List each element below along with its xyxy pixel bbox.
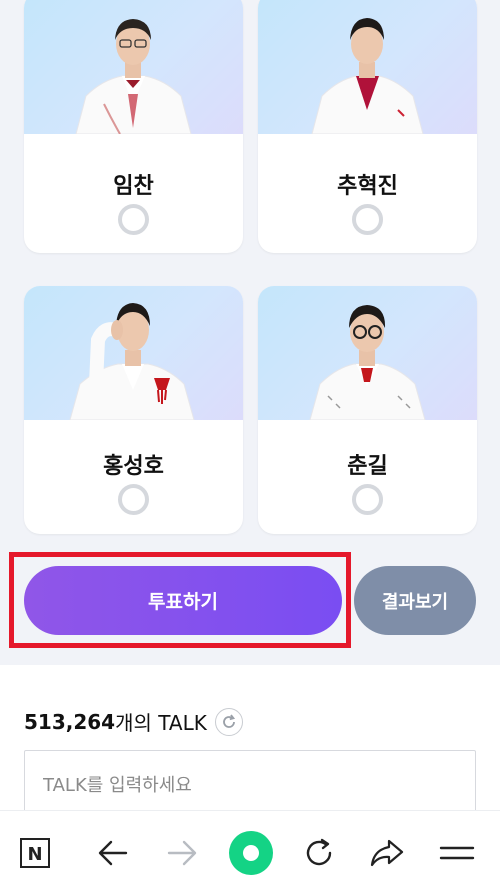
naver-home-icon[interactable]: N [14, 832, 56, 874]
vote-area: 임찬 추혁진 홍성호 춘길 투표하기 결과보기 [0, 0, 500, 665]
radio-button[interactable] [352, 484, 383, 515]
candidate-name: 홍성호 [103, 454, 164, 479]
candidate-photo [258, 0, 477, 134]
candidate-name: 임찬 [113, 174, 154, 199]
candidate-photo [24, 0, 243, 134]
talk-count: 513,264 개의 TALK [24, 707, 243, 736]
talk-count-suffix: 개의 TALK [115, 711, 207, 735]
radio-button[interactable] [118, 204, 149, 235]
candidate-photo [24, 286, 243, 420]
talk-refresh-icon[interactable] [214, 707, 243, 736]
candidate-name: 추혁진 [337, 174, 398, 199]
naver-logo-letter: N [27, 844, 42, 865]
forward-arrow-icon[interactable] [161, 832, 203, 874]
person-illustration [75, 19, 192, 134]
result-button[interactable]: 결과보기 [354, 566, 476, 635]
green-dot-icon[interactable] [228, 830, 274, 876]
candidate-photo [258, 286, 477, 420]
highlight-box [9, 552, 351, 648]
talk-count-number: 513,264 [24, 709, 116, 734]
candidate-card[interactable]: 임찬 [24, 0, 243, 253]
refresh-icon[interactable] [298, 832, 340, 874]
person-illustration [311, 18, 424, 134]
talk-section: 513,264 개의 TALK [0, 675, 500, 820]
share-icon[interactable] [366, 832, 408, 874]
candidate-name: 춘길 [347, 454, 388, 479]
candidate-card[interactable]: 추혁진 [258, 0, 477, 253]
radio-button[interactable] [118, 484, 149, 515]
back-arrow-icon[interactable] [92, 832, 134, 874]
browser-bottom-bar: N [0, 810, 500, 894]
candidate-card[interactable]: 춘길 [258, 286, 477, 534]
person-illustration [69, 303, 195, 420]
radio-button[interactable] [352, 204, 383, 235]
menu-icon[interactable] [436, 832, 478, 874]
person-illustration [309, 305, 426, 420]
candidate-card[interactable]: 홍성호 [24, 286, 243, 534]
